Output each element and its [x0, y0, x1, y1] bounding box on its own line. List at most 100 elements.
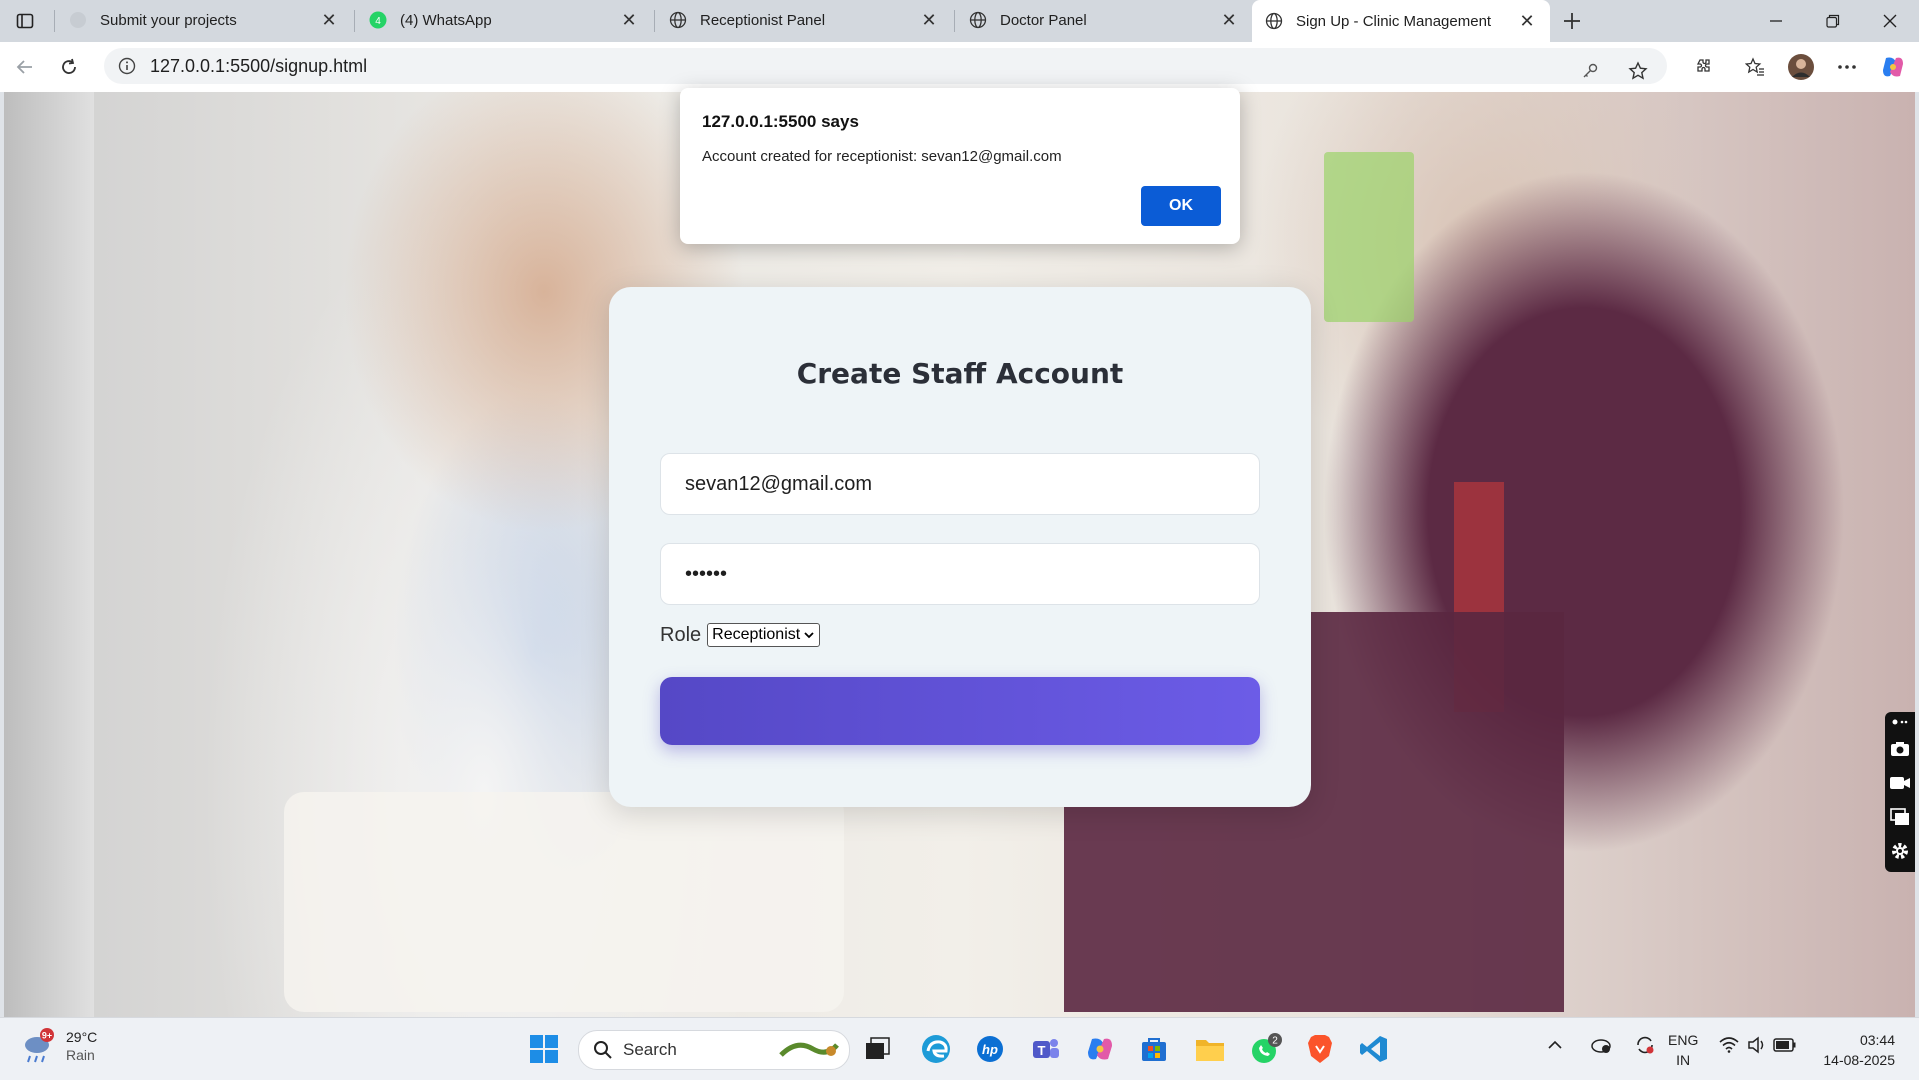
tab-whatsapp[interactable]: 4 (4) WhatsApp ✕ — [356, 0, 652, 40]
background-desk-paper — [284, 792, 844, 1012]
close-icon[interactable]: ✕ — [1218, 9, 1240, 31]
tab-strip: Submit your projects ✕ 4 (4) WhatsApp ✕ … — [0, 0, 1919, 42]
site-info-icon[interactable] — [112, 57, 142, 75]
dialog-ok-button[interactable]: OK — [1141, 186, 1221, 226]
signup-card: Create Staff Account sevan12@gmail.com •… — [609, 287, 1311, 807]
weather-text: 29°C Rain — [66, 1028, 97, 1064]
url-text: 127.0.0.1:5500/signup.html — [150, 55, 368, 76]
profile-avatar[interactable] — [1784, 50, 1818, 84]
weather-desc: Rain — [66, 1047, 95, 1063]
restore-button[interactable] — [1805, 4, 1861, 38]
copilot-icon[interactable] — [1876, 50, 1910, 84]
plus-icon — [1564, 13, 1580, 29]
blank-page-icon — [68, 10, 88, 30]
clock-date: 14-08-2025 — [1823, 1052, 1895, 1068]
hp-icon: hp — [977, 1036, 1003, 1062]
globe-icon — [1264, 11, 1284, 31]
taskbar-vscode[interactable] — [1354, 1029, 1394, 1069]
close-icon[interactable]: ✕ — [918, 9, 940, 31]
taskbar-edge[interactable] — [916, 1029, 956, 1069]
password-field[interactable]: •••••• — [660, 543, 1260, 605]
tab-signup-clinic[interactable]: Sign Up - Clinic Management ✕ — [1252, 0, 1550, 42]
address-bar[interactable]: 127.0.0.1:5500/signup.html — [104, 48, 1667, 84]
whatsapp-icon: 2 — [1252, 1033, 1282, 1063]
dialog-message: Account created for receptionist: sevan1… — [702, 148, 1062, 165]
tab-separator — [654, 10, 655, 32]
close-icon — [1883, 14, 1897, 28]
chevron-down-icon — [804, 632, 814, 639]
email-field[interactable]: sevan12@gmail.com — [660, 453, 1260, 515]
taskbar-file-explorer[interactable] — [1190, 1029, 1230, 1069]
task-view-icon — [866, 1037, 890, 1059]
page-title: Create Staff Account — [796, 357, 1124, 390]
key-icon[interactable] — [1573, 54, 1607, 88]
weather-widget[interactable]: 9+ 29°C Rain — [20, 1028, 97, 1064]
language-code: ENG — [1668, 1032, 1699, 1048]
search-highlight-icon — [779, 1042, 839, 1057]
tab-doctor-panel[interactable]: Doctor Panel ✕ — [956, 0, 1252, 40]
tab-separator — [954, 10, 955, 32]
battery-icon[interactable] — [1768, 1028, 1802, 1062]
weather-badge: 9+ — [42, 1031, 52, 1041]
gear-icon[interactable] — [1885, 834, 1915, 868]
svg-text:T: T — [1038, 1043, 1046, 1058]
language-indicator[interactable]: ENG IN — [1668, 1030, 1698, 1070]
svg-text:hp: hp — [982, 1042, 998, 1057]
background-plant-pot — [1324, 152, 1414, 322]
taskbar-task-view[interactable] — [858, 1029, 898, 1069]
close-window-button[interactable] — [1862, 4, 1918, 38]
dots-icon[interactable] — [1885, 712, 1915, 732]
windows-logo-icon — [530, 1035, 558, 1063]
windows-taskbar: 9+ 29°C Rain Search hp T 2 ENG IN 03:44 … — [0, 1017, 1919, 1080]
role-select[interactable]: Receptionist — [707, 623, 821, 647]
tab-title: Receptionist Panel — [700, 11, 826, 29]
onedrive-icon[interactable] — [1584, 1028, 1618, 1062]
tab-title: Doctor Panel — [1000, 11, 1087, 29]
taskbar-brave[interactable] — [1300, 1029, 1340, 1069]
extensions-icon[interactable] — [1686, 50, 1720, 84]
background-shade — [4, 92, 94, 1017]
tab-receptionist-panel[interactable]: Receptionist Panel ✕ — [656, 0, 952, 40]
close-icon[interactable]: ✕ — [1516, 10, 1538, 32]
floating-side-toolbar — [1885, 712, 1915, 872]
minimize-button[interactable] — [1748, 4, 1804, 38]
weather-temp: 29°C — [66, 1029, 98, 1045]
restore-icon — [1826, 14, 1840, 28]
region-code: IN — [1676, 1052, 1691, 1068]
signup-submit-button[interactable] — [660, 677, 1260, 745]
screens-icon[interactable] — [1885, 800, 1915, 834]
close-icon[interactable]: ✕ — [618, 9, 640, 31]
search-placeholder: Search — [623, 1040, 677, 1059]
tab-submit-projects[interactable]: Submit your projects ✕ — [56, 0, 352, 40]
taskbar-hp[interactable]: hp — [970, 1029, 1010, 1069]
tab-actions-button[interactable] — [10, 8, 40, 34]
favorites-icon[interactable] — [1738, 50, 1772, 84]
close-icon[interactable]: ✕ — [318, 9, 340, 31]
tab-separator — [354, 10, 355, 32]
taskbar-copilot[interactable] — [1080, 1029, 1120, 1069]
taskbar-teams[interactable]: T — [1026, 1029, 1066, 1069]
video-icon[interactable] — [1885, 766, 1915, 800]
vscode-icon — [1360, 1036, 1387, 1062]
more-options-icon[interactable] — [1830, 50, 1864, 84]
tab-title: (4) WhatsApp — [400, 11, 492, 29]
edge-icon — [922, 1035, 950, 1063]
taskbar-whatsapp[interactable]: 2 — [1246, 1029, 1286, 1069]
refresh-button[interactable] — [52, 50, 86, 84]
start-button[interactable] — [524, 1029, 564, 1069]
sync-icon[interactable] — [1628, 1028, 1662, 1062]
rain-cloud-icon: 9+ — [25, 1028, 54, 1063]
back-button[interactable] — [8, 50, 42, 84]
search-icon — [594, 1041, 612, 1059]
camera-icon[interactable] — [1885, 732, 1915, 766]
chevron-up-icon[interactable] — [1538, 1028, 1572, 1062]
whatsapp-icon: 4 — [368, 10, 388, 30]
refresh-icon — [62, 58, 76, 74]
copilot-icon — [1088, 1038, 1112, 1060]
clock[interactable]: 03:44 14-08-2025 — [1823, 1030, 1895, 1070]
new-tab-button[interactable] — [1556, 6, 1588, 36]
favorite-star-icon[interactable] — [1621, 54, 1655, 88]
taskbar-store[interactable] — [1134, 1029, 1174, 1069]
taskbar-search[interactable]: Search — [578, 1030, 850, 1070]
folder-icon — [1196, 1040, 1224, 1061]
